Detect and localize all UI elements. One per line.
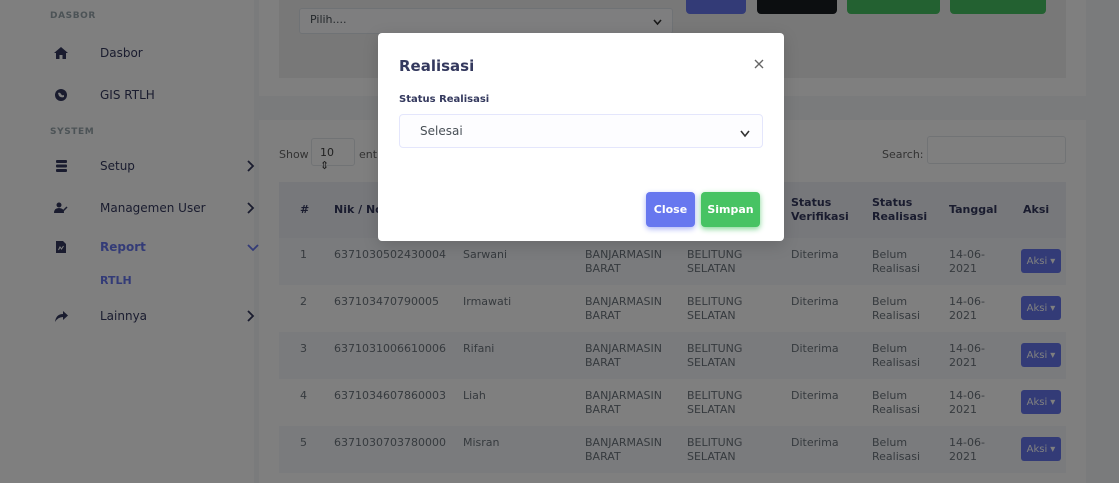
status-realisasi-select[interactable]: Selesai (399, 114, 763, 148)
chevron-down-icon (740, 127, 750, 138)
simpan-button[interactable]: Simpan (701, 192, 760, 227)
close-button[interactable]: Close (646, 192, 695, 227)
status-realisasi-label: Status Realisasi (399, 94, 490, 105)
status-realisasi-value: Selesai (420, 124, 463, 138)
realisasi-modal: Realisasi Status Realisasi Selesai Close… (378, 33, 784, 241)
modal-title: Realisasi (399, 57, 475, 75)
close-icon[interactable] (751, 56, 767, 72)
